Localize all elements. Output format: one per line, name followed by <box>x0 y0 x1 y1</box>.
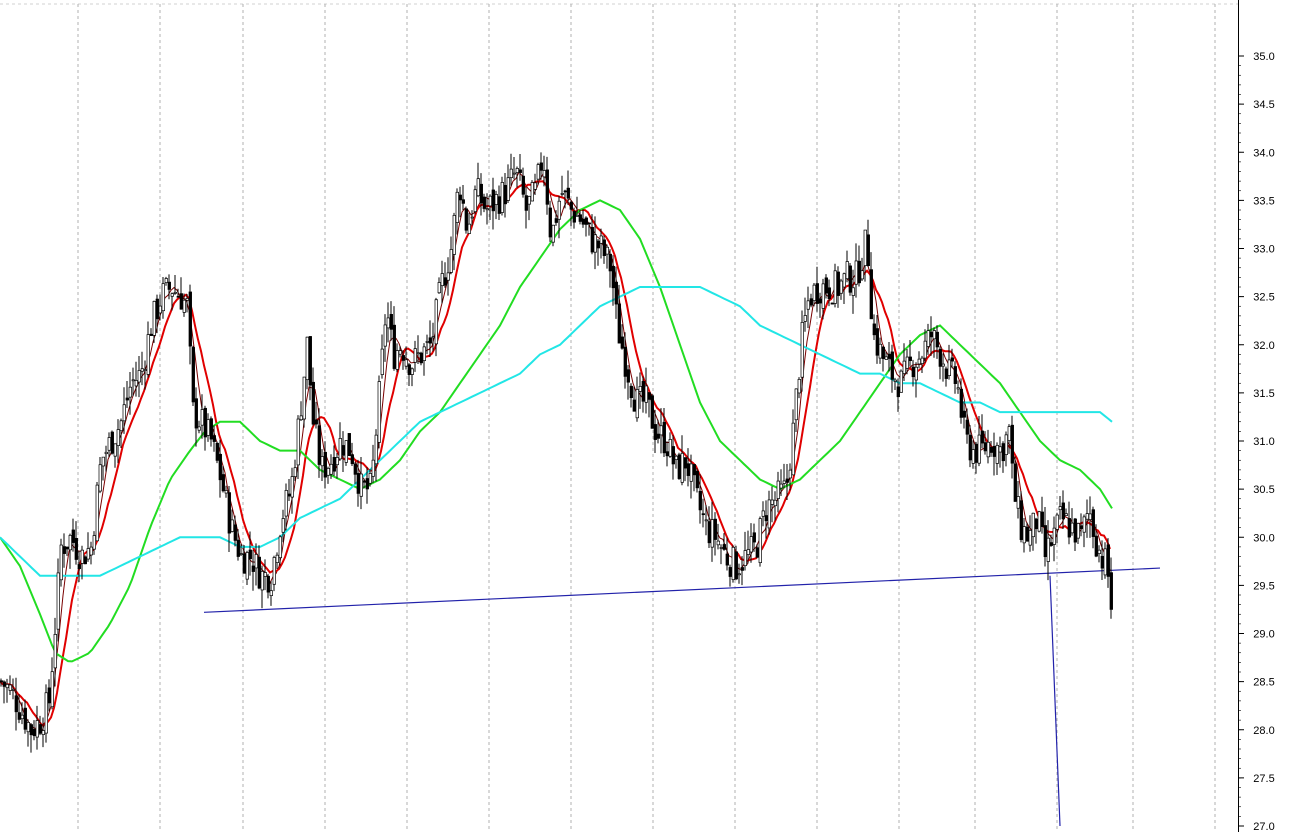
candle <box>83 555 87 565</box>
y-tick-label: 28.0 <box>1253 725 1274 737</box>
candle <box>191 345 195 406</box>
candle <box>59 538 63 587</box>
candle <box>530 180 534 202</box>
axis-panel <box>1238 0 1293 832</box>
y-tick-label: 30.0 <box>1253 532 1274 544</box>
candle <box>731 545 735 583</box>
candle <box>473 185 477 215</box>
candle <box>95 481 99 542</box>
chart-background <box>0 0 1293 832</box>
candle <box>110 430 114 455</box>
candle <box>215 441 219 464</box>
y-tick-label: 28.5 <box>1253 677 1274 689</box>
candle <box>758 516 762 567</box>
y-tick-label: 30.5 <box>1253 484 1274 496</box>
y-tick-label: 33.0 <box>1253 244 1274 256</box>
y-tick-label: 32.0 <box>1253 340 1274 352</box>
y-tick-label: 27.5 <box>1253 773 1274 785</box>
candle <box>899 369 903 393</box>
candle <box>377 375 381 449</box>
y-tick-label: 31.0 <box>1253 436 1274 448</box>
candle <box>347 433 351 457</box>
y-tick-label: 27.0 <box>1253 821 1274 832</box>
candle <box>500 176 504 216</box>
y-tick-label: 34.5 <box>1253 99 1274 111</box>
y-tick-label: 29.0 <box>1253 629 1274 641</box>
candle <box>344 440 348 466</box>
candle <box>677 452 681 480</box>
y-tick-label: 33.5 <box>1253 195 1274 207</box>
candle <box>848 263 852 296</box>
stock-chart: 35.0 34.5 34.0 33.5 33.0 32.5 32.0 31.5 31.0 30.5… <box>0 0 1293 832</box>
y-tick-label: 31.5 <box>1253 388 1274 400</box>
candle <box>1037 510 1041 533</box>
y-tick-label: 34.0 <box>1253 147 1274 159</box>
y-axis: 35.0 34.5 34.0 33.5 33.0 32.5 32.0 31.5 31.0 30.5… <box>1238 0 1293 832</box>
y-tick-label: 35.0 <box>1253 51 1274 63</box>
candle <box>650 393 654 429</box>
candle <box>464 206 468 234</box>
y-tick-label: 29.5 <box>1253 580 1274 592</box>
y-tick-label: 32.5 <box>1253 292 1274 304</box>
